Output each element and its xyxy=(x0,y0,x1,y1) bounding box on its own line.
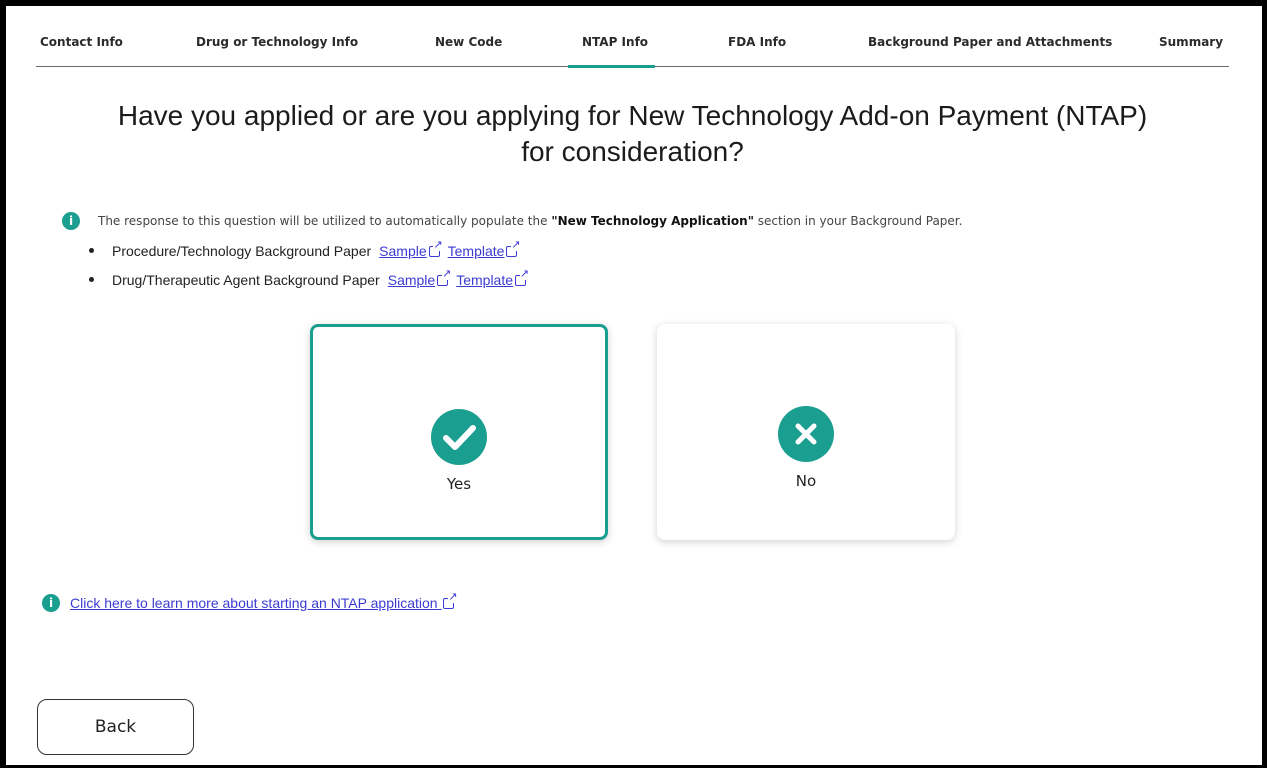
sample-link-label: Sample xyxy=(387,272,436,288)
list-item-label: Drug/Therapeutic Agent Background Paper xyxy=(112,272,380,288)
yes-option-card[interactable]: Yes xyxy=(310,324,608,540)
list-item-label: Procedure/Technology Background Paper xyxy=(112,243,372,259)
template-link-label: Template xyxy=(447,243,505,259)
external-link-icon xyxy=(443,591,458,609)
external-link-icon xyxy=(437,268,452,286)
back-button[interactable]: Back xyxy=(37,699,194,755)
page-title-line-1: Have you applied or are you applying for… xyxy=(117,100,1148,131)
template-link[interactable]: Template xyxy=(456,268,530,289)
learn-more-link[interactable]: Click here to learn more about starting … xyxy=(70,591,458,611)
external-link-icon xyxy=(515,268,530,286)
template-link-label: Template xyxy=(456,272,514,288)
tab-drug-or-technology-info[interactable]: Drug or Technology Info xyxy=(196,26,358,66)
template-link[interactable]: Template xyxy=(447,239,521,260)
bullet-dot xyxy=(88,242,112,260)
tab-background-paper-and-attachments[interactable]: Background Paper and Attachments xyxy=(868,26,1112,66)
sample-link[interactable]: Sample xyxy=(379,239,443,260)
yes-option-label: Yes xyxy=(446,475,472,493)
tab-contact-info[interactable]: Contact Info xyxy=(40,26,123,66)
active-tab-indicator xyxy=(568,65,655,68)
step-tabs: Contact Info Drug or Technology Info New… xyxy=(36,26,1229,68)
page-title: Have you applied or are you applying for… xyxy=(36,98,1229,170)
no-option-card[interactable]: No xyxy=(657,324,955,540)
external-link-icon xyxy=(428,239,443,257)
sample-link-label: Sample xyxy=(379,243,427,259)
no-option-label: No xyxy=(795,472,817,490)
bullet-dot xyxy=(88,271,112,289)
list-item: Drug/Therapeutic Agent Background Paper … xyxy=(88,268,530,300)
info-icon: i xyxy=(42,594,60,612)
page-title-line-2: for consideration? xyxy=(521,136,744,167)
info-text-after: section in your Background Paper. xyxy=(753,214,963,228)
x-circle-icon xyxy=(778,406,834,462)
check-circle-icon xyxy=(431,409,487,465)
info-text: The response to this question will be ut… xyxy=(98,214,962,228)
tab-fda-info[interactable]: FDA Info xyxy=(728,26,786,66)
info-text-before: The response to this question will be ut… xyxy=(98,214,552,228)
page-frame: Contact Info Drug or Technology Info New… xyxy=(6,6,1262,765)
learn-more-link-label: Click here to learn more about starting … xyxy=(70,595,438,611)
list-item: Procedure/Technology Background Paper Sa… xyxy=(88,239,526,271)
info-icon: i xyxy=(62,212,80,230)
tab-ntap-info[interactable]: NTAP Info xyxy=(582,26,648,66)
info-note: i The response to this question will be … xyxy=(62,211,962,231)
tab-summary[interactable]: Summary xyxy=(1159,26,1223,66)
external-link-icon xyxy=(506,239,521,257)
background-paper-list: Procedure/Technology Background Paper Sa… xyxy=(88,239,530,300)
tab-new-code[interactable]: New Code xyxy=(435,26,502,66)
sample-link[interactable]: Sample xyxy=(387,268,452,289)
info-text-bold: "New Technology Application" xyxy=(551,214,754,228)
learn-more-row: i Click here to learn more about startin… xyxy=(42,591,458,612)
